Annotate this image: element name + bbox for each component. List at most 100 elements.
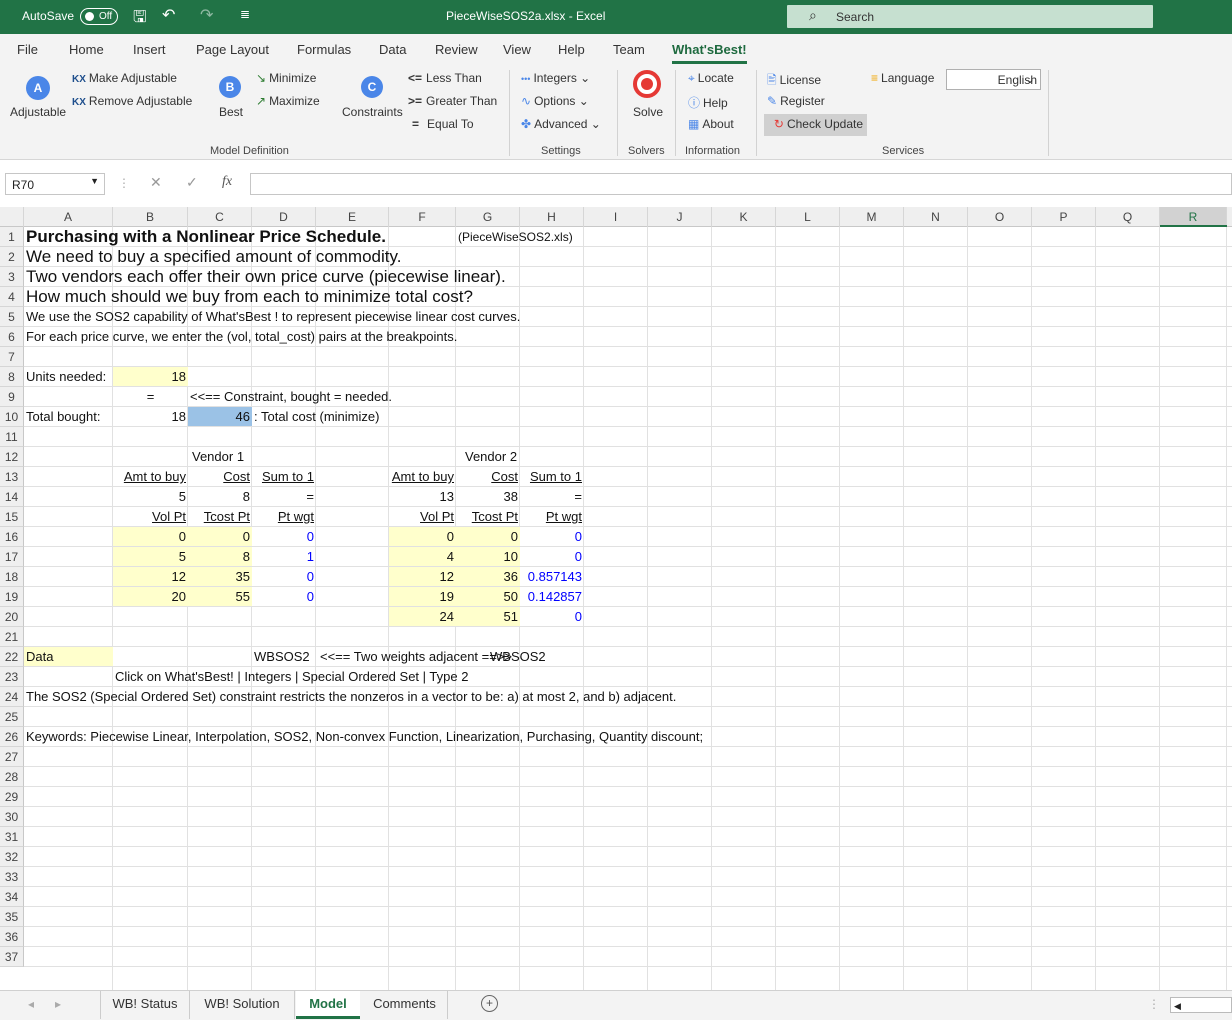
make-adjustable-button[interactable]: KX Make Adjustable: [72, 71, 177, 85]
cell-text[interactable]: We need to buy a specified amount of com…: [24, 247, 403, 266]
add-sheet-icon[interactable]: +: [481, 995, 498, 1012]
row-header[interactable]: 28: [0, 767, 24, 787]
row-header[interactable]: 27: [0, 747, 24, 767]
tab-page-layout[interactable]: Page Layout: [196, 42, 269, 57]
cell-header[interactable]: Cost: [456, 467, 520, 486]
cell-value[interactable]: 8: [188, 487, 252, 506]
minimize-button[interactable]: ↘ Minimize: [256, 71, 316, 85]
cell-text[interactable]: Keywords: Piecewise Linear, Interpolatio…: [24, 727, 705, 746]
cell-vol-pt[interactable]: 0: [113, 527, 188, 546]
cell-pt-wgt[interactable]: 1: [252, 547, 316, 566]
check-update-button[interactable]: ↻ Check Update: [764, 114, 867, 136]
cell-vol-pt[interactable]: 5: [113, 547, 188, 566]
column-header[interactable]: O: [968, 207, 1032, 227]
cell-tcost-pt[interactable]: 55: [188, 587, 252, 606]
row-header[interactable]: 18: [0, 567, 24, 587]
select-all-corner[interactable]: [0, 207, 24, 227]
column-header[interactable]: D: [252, 207, 316, 227]
row-header[interactable]: 9: [0, 387, 24, 407]
cell-units-needed[interactable]: 18: [113, 367, 188, 386]
adjustable-icon[interactable]: A: [26, 76, 50, 100]
advanced-button[interactable]: ✤ Advanced ⌄: [521, 117, 601, 131]
column-header[interactable]: J: [648, 207, 712, 227]
tab-data[interactable]: Data: [379, 42, 406, 57]
column-header[interactable]: F: [389, 207, 456, 227]
cell-vol-pt[interactable]: 0: [389, 527, 456, 546]
row-header[interactable]: 30: [0, 807, 24, 827]
cell-header[interactable]: Tcost Pt: [188, 507, 252, 526]
column-header[interactable]: N: [904, 207, 968, 227]
customize-qat-icon[interactable]: ≣: [240, 7, 250, 21]
column-header[interactable]: K: [712, 207, 776, 227]
cell-tcost-pt[interactable]: 0: [456, 527, 520, 546]
cell-label[interactable]: Units needed:: [24, 367, 108, 386]
cell-text[interactable]: For each price curve, we enter the (vol,…: [24, 327, 459, 346]
cell-pt-wgt[interactable]: 0.142857: [520, 587, 584, 606]
column-header[interactable]: C: [188, 207, 252, 227]
column-header[interactable]: G: [456, 207, 520, 227]
cell-vol-pt[interactable]: 24: [389, 607, 456, 626]
column-header[interactable]: A: [24, 207, 113, 227]
row-header[interactable]: 25: [0, 707, 24, 727]
row-header[interactable]: 1: [0, 227, 24, 247]
row-header[interactable]: 22: [0, 647, 24, 667]
cell-tcost-pt[interactable]: 36: [456, 567, 520, 586]
tab-file[interactable]: File: [17, 42, 38, 57]
formula-input[interactable]: [250, 173, 1232, 195]
enter-icon[interactable]: ✓: [186, 174, 198, 191]
language-select[interactable]: English ⌄: [946, 69, 1041, 90]
less-than-button[interactable]: <= Less Than: [408, 71, 482, 85]
cell-tcost-pt[interactable]: 8: [188, 547, 252, 566]
cell-value[interactable]: =: [252, 487, 316, 506]
autosave-toggle[interactable]: Off: [80, 8, 118, 25]
remove-adjustable-button[interactable]: KX Remove Adjustable: [72, 94, 192, 108]
row-header[interactable]: 35: [0, 907, 24, 927]
row-header[interactable]: 7: [0, 347, 24, 367]
cell-vol-pt[interactable]: 20: [113, 587, 188, 606]
cell-header[interactable]: Amt to buy: [389, 467, 456, 486]
options-button[interactable]: ∿ Options ⌄: [521, 94, 589, 108]
license-button[interactable]: 🖹 License: [767, 71, 821, 92]
row-header[interactable]: 34: [0, 887, 24, 907]
row-header[interactable]: 8: [0, 367, 24, 387]
cell-label[interactable]: Total bought:: [24, 407, 102, 426]
cell-text[interactable]: WBSOS2: [488, 647, 548, 666]
scroll-left-icon[interactable]: ◂: [28, 997, 34, 1011]
insert-function-icon[interactable]: fx: [222, 174, 232, 190]
tab-formulas[interactable]: Formulas: [297, 42, 351, 57]
column-header[interactable]: B: [113, 207, 188, 227]
tab-view[interactable]: View: [503, 42, 531, 57]
row-header[interactable]: 32: [0, 847, 24, 867]
constraints-button[interactable]: Constraints: [342, 105, 403, 119]
search-box[interactable]: ⌕ Search: [787, 5, 1153, 28]
cell-header[interactable]: Sum to 1: [252, 467, 316, 486]
row-header[interactable]: 24: [0, 687, 24, 707]
cell-tcost-pt[interactable]: 50: [456, 587, 520, 606]
name-box[interactable]: R70 ▼: [5, 173, 105, 195]
row-header[interactable]: 14: [0, 487, 24, 507]
row-header[interactable]: 6: [0, 327, 24, 347]
cell-pt-wgt[interactable]: 0: [252, 587, 316, 606]
cell-vol-pt[interactable]: 12: [113, 567, 188, 586]
cell-pt-wgt[interactable]: 0: [520, 547, 584, 566]
cell-vendor2-title[interactable]: Vendor 2: [463, 447, 519, 466]
constraints-icon[interactable]: C: [361, 76, 383, 98]
integers-button[interactable]: ••• Integers ⌄: [521, 71, 590, 85]
cell-header[interactable]: Sum to 1: [520, 467, 584, 486]
column-header[interactable]: Q: [1096, 207, 1160, 227]
row-header[interactable]: 26: [0, 727, 24, 747]
cell-constraint-sign[interactable]: =: [113, 387, 188, 406]
row-header[interactable]: 3: [0, 267, 24, 287]
cell-total-bought[interactable]: 18: [113, 407, 188, 426]
row-header[interactable]: 29: [0, 787, 24, 807]
cell-filename[interactable]: (PieceWiseSOS2.xls): [456, 227, 575, 246]
scroll-right-icon[interactable]: ▸: [55, 997, 61, 1011]
sheet-tab-model[interactable]: Model: [296, 991, 360, 1019]
cell-vol-pt[interactable]: 4: [389, 547, 456, 566]
cell-tcost-pt[interactable]: 0: [188, 527, 252, 546]
cell-total-cost[interactable]: 46: [188, 407, 252, 426]
cell-pt-wgt[interactable]: 0: [520, 607, 584, 626]
help-button[interactable]: ⓘ Help: [688, 94, 728, 111]
sheet-title[interactable]: Purchasing with a Nonlinear Price Schedu…: [24, 227, 388, 246]
cell-text[interactable]: Click on What'sBest! | Integers | Specia…: [113, 667, 470, 686]
